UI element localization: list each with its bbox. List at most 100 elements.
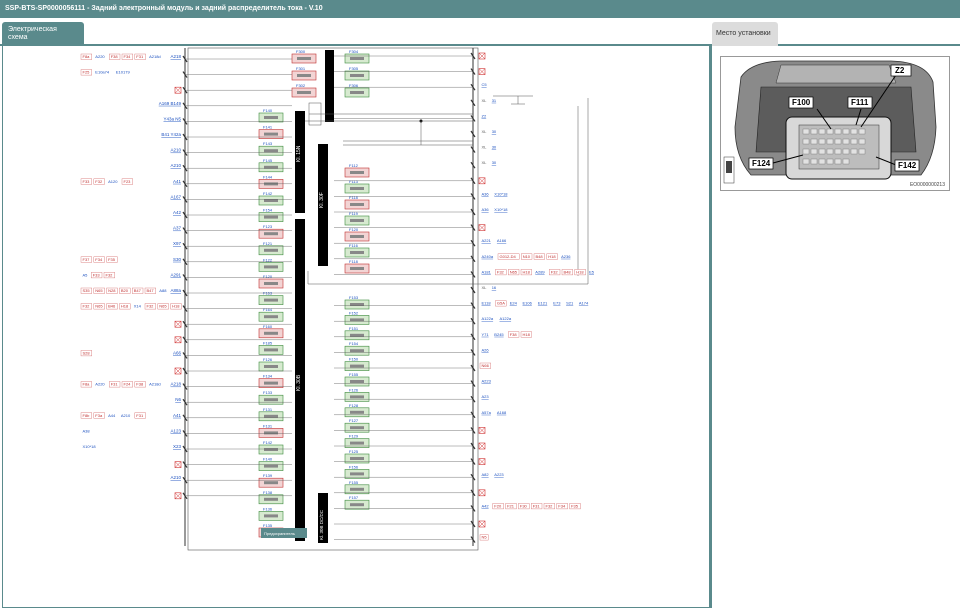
component-code[interactable]: X14 xyxy=(134,304,142,309)
right-connector-code[interactable]: 30 xyxy=(492,129,497,134)
right-connector-code[interactable]: N5 xyxy=(479,534,489,541)
fuse-middle[interactable]: F119 xyxy=(344,211,370,226)
fuse-lower[interactable]: F127 xyxy=(344,418,370,433)
left-connector-link[interactable]: A123 xyxy=(170,428,181,433)
fuse-lower[interactable]: F150 xyxy=(344,357,370,371)
right-connector-code[interactable]: F32 xyxy=(543,503,556,510)
right-connector-code[interactable]: A122a xyxy=(482,316,494,321)
component-code[interactable]: F32 xyxy=(93,178,105,185)
right-connector-code[interactable]: 30 xyxy=(492,160,497,165)
right-connector-code[interactable]: N10 xyxy=(521,253,533,260)
fuse-top-b[interactable]: F306 xyxy=(344,83,370,98)
right-connector-code[interactable]: A23 xyxy=(482,394,490,399)
component-code[interactable]: B46 xyxy=(106,303,118,310)
component-code[interactable]: A210 xyxy=(121,413,131,418)
wiring-diagram[interactable]: Kl. 15N Kl. 30F Kl. 30B Kl. 30B DC/DC F3… xyxy=(3,46,709,608)
right-connector-code[interactable]: H18 xyxy=(574,269,586,276)
fuse-left[interactable]: F138 xyxy=(258,490,284,505)
fuse-lower[interactable]: F157 xyxy=(344,495,370,510)
right-connector-code[interactable]: XL xyxy=(482,160,488,165)
right-connector-code[interactable]: A36 xyxy=(482,207,490,212)
tab-wiring-diagram[interactable]: Электрическая схема xyxy=(2,22,84,46)
component-code[interactable]: F33 xyxy=(80,178,93,185)
right-connector-code[interactable]: F38 xyxy=(508,331,520,338)
component-code[interactable]: F31 xyxy=(134,53,146,60)
fuse-top-a[interactable]: F300 xyxy=(291,49,317,64)
right-connector-code[interactable]: G012-D4 xyxy=(497,253,520,260)
right-connector-code[interactable]: A181 xyxy=(482,269,492,274)
component-code[interactable]: S28 xyxy=(80,350,93,357)
fuse-top-a[interactable]: F302 xyxy=(291,83,317,98)
component-code[interactable]: A5 xyxy=(83,272,89,277)
left-connector-link[interactable]: A210 xyxy=(170,475,181,480)
fuse-left[interactable]: F123 xyxy=(258,224,284,239)
left-connector-link[interactable]: A37 xyxy=(173,226,182,231)
left-connector-link[interactable]: A88a xyxy=(170,288,181,293)
right-connector-code[interactable]: E24 xyxy=(510,301,518,306)
fuse-left[interactable]: F154 xyxy=(258,208,284,222)
right-connector-code[interactable]: A221 xyxy=(482,238,492,243)
component-code[interactable]: A120 xyxy=(108,179,118,184)
component-code[interactable]: N65 xyxy=(93,287,105,294)
right-connector-code[interactable]: E121 xyxy=(538,301,548,306)
right-connector-code[interactable]: S21 xyxy=(566,301,574,306)
component-code[interactable]: F8b xyxy=(80,412,93,419)
left-connector-link[interactable]: A42 xyxy=(173,210,182,215)
fuse-lower[interactable]: F154 xyxy=(344,341,370,356)
right-connector-code[interactable]: H18 xyxy=(546,253,558,260)
component-code[interactable]: F31 xyxy=(134,412,146,419)
right-connector-code[interactable]: B48 xyxy=(533,253,546,260)
right-connector-code[interactable]: A236 xyxy=(561,254,571,259)
component-code[interactable]: F34 xyxy=(121,53,134,60)
component-code[interactable]: A44 xyxy=(108,413,116,418)
fuse-left[interactable]: F134 xyxy=(258,374,284,388)
fuse-left[interactable]: F126 xyxy=(258,357,284,372)
right-connector-code[interactable]: G5A xyxy=(495,300,507,307)
right-connector-code[interactable]: X10*18 xyxy=(494,191,508,196)
fuse-lower[interactable]: F152 xyxy=(344,310,370,325)
right-connector-code[interactable]: N66 xyxy=(479,362,492,369)
right-connector-code[interactable]: A26 xyxy=(482,347,490,352)
right-connector-code[interactable]: A174 xyxy=(579,301,589,306)
fuse-lower[interactable]: F151 xyxy=(344,326,370,341)
right-connector-code[interactable]: N65 xyxy=(508,269,520,276)
fuse-left[interactable]: F144 xyxy=(258,174,284,189)
fuse-left[interactable]: F136 xyxy=(258,506,284,521)
right-connector-code[interactable]: F32 xyxy=(549,269,561,276)
right-connector-code[interactable]: B245 xyxy=(494,332,504,337)
right-connector-code[interactable]: F34 xyxy=(556,503,568,510)
fuse-lower[interactable]: F156 xyxy=(344,464,370,479)
component-code[interactable]: F23 xyxy=(121,178,134,185)
component-code[interactable]: F35 xyxy=(106,256,118,263)
fuse-left[interactable]: F164 xyxy=(258,307,284,322)
right-connector-code[interactable]: F31 xyxy=(531,503,543,510)
right-connector-code[interactable]: A240a xyxy=(482,254,494,259)
fuse-top-b[interactable]: F305 xyxy=(344,66,370,81)
component-code[interactable]: B47 xyxy=(144,287,157,294)
fuse-middle[interactable]: F118 xyxy=(344,259,370,274)
fuse-left[interactable]: F163 xyxy=(258,291,284,305)
left-connector-link[interactable]: X23 xyxy=(173,444,182,449)
right-connector-code[interactable]: C5 xyxy=(482,82,488,87)
right-connector-code[interactable]: B48 xyxy=(561,269,574,276)
fuse-left[interactable]: F185 xyxy=(258,340,284,355)
wiring-diagram-panel[interactable]: Kl. 15N Kl. 30F Kl. 30B Kl. 30B DC/DC F3… xyxy=(2,46,710,608)
left-connector-link[interactable]: A66 xyxy=(173,350,182,355)
right-connector-code[interactable]: F30 xyxy=(518,503,530,510)
left-connector-link[interactable]: B41 Y42a xyxy=(161,132,181,137)
left-connector-link[interactable]: A218 xyxy=(170,382,181,387)
right-connector-code[interactable]: H18 xyxy=(520,269,533,276)
right-connector-code[interactable]: XL xyxy=(482,145,488,150)
right-connector-code[interactable]: Z2 xyxy=(482,113,487,118)
fuse-left[interactable]: F160 xyxy=(258,324,284,339)
component-code[interactable]: F8a xyxy=(80,53,93,60)
fuse-left[interactable]: F122 xyxy=(258,257,284,272)
right-connector-code[interactable]: 16 xyxy=(492,285,497,290)
fuse-left[interactable]: F121 xyxy=(258,241,284,256)
left-connector-link[interactable]: A41 xyxy=(173,179,182,184)
component-code[interactable]: F32 xyxy=(80,303,93,310)
component-code[interactable]: A218d xyxy=(149,382,161,387)
left-connector-link[interactable]: N6 xyxy=(175,397,181,402)
fuse-lower[interactable]: F155 xyxy=(344,480,370,495)
component-code[interactable]: A88 xyxy=(159,288,167,293)
